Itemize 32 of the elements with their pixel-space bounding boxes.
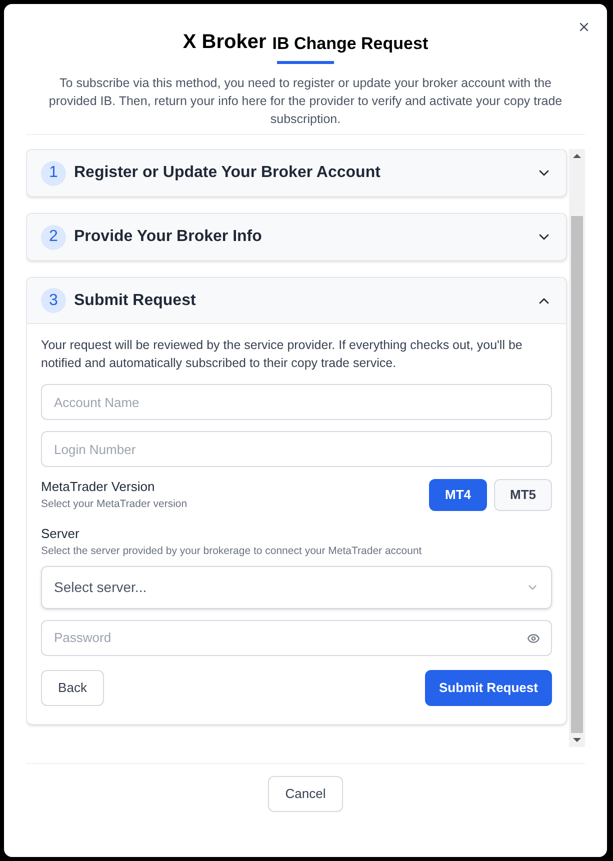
submit-button[interactable]: Submit Request	[425, 670, 552, 706]
close-icon[interactable]	[577, 20, 591, 34]
cancel-button[interactable]: Cancel	[268, 776, 343, 812]
scroll-down-arrow-icon[interactable]	[573, 738, 581, 742]
scrollbar[interactable]	[569, 149, 585, 747]
account-name-field[interactable]: Account Name	[41, 384, 552, 420]
step-title: Submit Request	[74, 290, 197, 310]
step-title: Register or Update Your Broker Account	[74, 163, 382, 183]
login-number-field[interactable]: Login Number	[41, 431, 552, 467]
version-label: MetaTrader Version	[41, 478, 156, 496]
eye-icon[interactable]	[527, 632, 540, 644]
password-field[interactable]: Password	[41, 620, 552, 656]
broker-logo: X Broker	[182, 32, 266, 52]
step-header[interactable]: 2 Provide Your Broker Info	[27, 214, 566, 260]
back-button[interactable]: Back	[41, 670, 104, 706]
step-header[interactable]: 1 Register or Update Your Broker Account	[27, 150, 566, 196]
step-number: 2	[41, 224, 66, 250]
intro-text: To subscribe via this method, you need to register or update your broker account with the provided IB. Then, return your info here for the provider to verify and activate your copy trade subscription.	[48, 75, 564, 128]
version-hint: Select your MetaTrader version	[41, 496, 188, 512]
server-hint: Select the server provided by your brokerage to connect your MetaTrader account	[41, 544, 423, 559]
server-label: Server	[41, 525, 80, 544]
dialog-title: IB Change Request	[272, 35, 428, 52]
form-description: Your request will be reviewed by the service provider. If everything checks out, you'll be notified and automatically subscribed to their copy trade service.	[41, 337, 524, 372]
step-number: 1	[41, 160, 66, 186]
step-number: 3	[41, 288, 66, 313]
version-option[interactable]: MT4	[429, 478, 487, 511]
step-title: Provide Your Broker Info	[74, 227, 263, 247]
version-option[interactable]: MT5	[494, 478, 552, 511]
step-header[interactable]: 3 Submit Request	[27, 278, 566, 324]
scroll-up-arrow-icon[interactable]	[573, 154, 581, 158]
server-select[interactable]: Select server...	[41, 566, 552, 608]
title-underline	[277, 61, 334, 64]
